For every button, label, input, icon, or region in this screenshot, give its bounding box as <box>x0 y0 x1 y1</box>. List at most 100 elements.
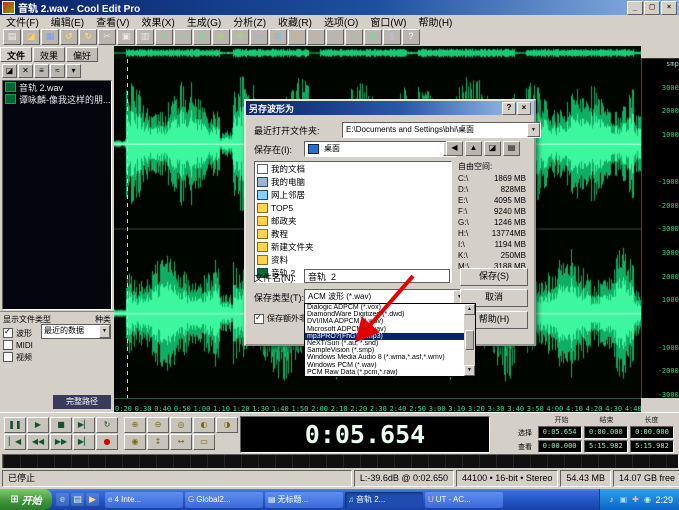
scroll-down-icon[interactable]: ▼ <box>464 365 475 376</box>
taskbar-task-button[interactable]: ♫ 音轨 2... <box>345 492 423 508</box>
open-file-item[interactable]: 音轨 2.wav <box>3 81 111 93</box>
loop-play-button[interactable]: ↻ <box>96 417 118 433</box>
undo-icon[interactable]: ↺ <box>60 29 78 45</box>
taskbar-task-button[interactable]: e 4 Inte... <box>105 492 183 508</box>
taskbar-task-button[interactable]: U UT - AC... <box>425 492 503 508</box>
open-file-item[interactable]: 谭咏麟-像我这样的朋... <box>3 93 111 105</box>
file-browser-item[interactable]: 网上邻居 <box>255 188 451 201</box>
recent-folder-dropdown[interactable]: E:\Documents and Settings\bhi\桌面 <box>342 122 541 138</box>
selection-begin-field[interactable]: 0:05.654 <box>538 426 582 439</box>
sort-dropdown[interactable]: 最近的数据 <box>41 324 111 339</box>
play-list-icon[interactable]: ♫ <box>307 29 325 45</box>
save-in-dropdown[interactable]: 桌面 <box>304 141 457 157</box>
menu-item[interactable]: 效果(X) <box>135 14 180 29</box>
start-button[interactable]: 开始 <box>0 489 52 510</box>
overview-strip[interactable] <box>114 46 641 59</box>
panel-tab[interactable]: 文件 <box>0 47 32 62</box>
format-option[interactable]: DVI/IMA ADPCM (*.wav) <box>305 318 464 325</box>
format-option[interactable]: NeXT/Sun (*.au, *.snd) <box>305 340 464 347</box>
scripts-icon[interactable]: § <box>383 29 401 45</box>
zoom-left-edge-button[interactable]: ◐ <box>193 417 215 433</box>
new-folder-icon[interactable]: ◪ <box>484 141 501 156</box>
menu-item[interactable]: 选项(O) <box>318 14 364 29</box>
format-option[interactable]: mp3PRO?(FhG) (*.mp3) <box>305 333 464 340</box>
show-desktop-icon[interactable]: ▤ <box>71 493 84 506</box>
go-to-end-button[interactable]: ▶▏ <box>73 434 95 450</box>
stop-button[interactable]: ■ <box>50 417 72 433</box>
im-tray-icon[interactable]: ◉ <box>642 495 652 505</box>
panel-options-icon[interactable]: ▾ <box>66 64 81 78</box>
zoom-out-button[interactable]: ⊖ <box>147 417 169 433</box>
view-menu-icon[interactable]: ▤ <box>503 141 520 156</box>
cue-list-icon[interactable]: ◫ <box>288 29 306 45</box>
import-file-icon[interactable]: ◪ <box>2 64 17 78</box>
waveform-view-icon[interactable]: ≈ <box>174 29 192 45</box>
filetype-checkbox[interactable]: 视频 <box>3 351 111 363</box>
convert-sample-type-icon[interactable]: ↔ <box>326 29 344 45</box>
view-begin-field[interactable]: 0:00.000 <box>538 440 582 453</box>
format-option[interactable]: Microsoft ADPCM (*.wav) <box>305 326 464 333</box>
full-path-button[interactable]: 完整路径 <box>53 395 111 409</box>
zoom-horizontal-button[interactable]: ↔ <box>170 434 192 450</box>
filetype-checkbox[interactable]: MIDI <box>3 339 111 351</box>
zoom-vertical-in-button[interactable]: ↕ <box>147 434 169 450</box>
antivirus-tray-icon[interactable]: ✚ <box>630 495 640 505</box>
file-browser-item[interactable]: 我的文档 <box>255 162 451 175</box>
new-file-icon[interactable]: ▤ <box>3 29 21 45</box>
panel-tab[interactable]: 效果 <box>33 47 65 62</box>
select-all-icon[interactable]: ▭ <box>250 29 268 45</box>
dialog-help-button[interactable]: ? <box>502 102 516 115</box>
menu-item[interactable]: 文件(F) <box>0 14 45 29</box>
file-browser-item[interactable]: 新建文件夹 <box>255 240 451 253</box>
record-button[interactable]: ● <box>96 434 118 450</box>
format-option[interactable]: Windows Media Audio 8 (*.wma,*.asf,*.wmv… <box>305 354 464 361</box>
save-file-icon[interactable]: ▦ <box>41 29 59 45</box>
zoom-full-button[interactable]: ◎ <box>170 417 192 433</box>
play-button[interactable]: ▶ <box>27 417 49 433</box>
file-browser-item[interactable]: 我的电脑 <box>255 175 451 188</box>
format-option[interactable]: PCM Raw Data (*.pcm,*.raw) <box>305 369 464 376</box>
menu-item[interactable]: 帮助(H) <box>413 14 459 29</box>
zoom-right-edge-button[interactable]: ◑ <box>216 417 238 433</box>
network-tray-icon[interactable]: ▣ <box>618 495 628 505</box>
edit-file-icon[interactable]: ≈ <box>50 64 65 78</box>
view-end-field[interactable]: 5:15.982 <box>584 440 628 453</box>
playback-cursor[interactable] <box>127 59 128 398</box>
volume-tray-icon[interactable]: ♪ <box>606 495 616 505</box>
menu-item[interactable]: 生成(G) <box>181 14 227 29</box>
save-button[interactable]: 保存(S) <box>460 268 528 286</box>
file-browser-item[interactable]: 教程 <box>255 227 451 240</box>
file-browser-item[interactable]: TOP5 <box>255 201 451 214</box>
play-to-end-button[interactable]: ▶▏ <box>73 417 95 433</box>
zoom-out-icon[interactable]: ⊖ <box>231 29 249 45</box>
back-icon[interactable]: ◀ <box>446 141 463 156</box>
rewind-button[interactable]: ◀◀ <box>27 434 49 450</box>
close-file-icon[interactable]: ✕ <box>18 64 33 78</box>
redo-icon[interactable]: ↻ <box>79 29 97 45</box>
taskbar-task-button[interactable]: G Global2... <box>185 492 263 508</box>
effects-rack-icon[interactable]: ✱ <box>364 29 382 45</box>
open-file-icon[interactable]: ◪ <box>22 29 40 45</box>
fast-forward-button[interactable]: ▶▶ <box>50 434 72 450</box>
options-scrollbar[interactable]: ▲ ▼ <box>464 304 475 376</box>
paste-icon[interactable]: ▥ <box>136 29 154 45</box>
media-player-icon[interactable]: ▶ <box>86 493 99 506</box>
menu-item[interactable]: 分析(Z) <box>227 14 272 29</box>
format-option[interactable]: Windows PCM (*.wav) <box>305 362 464 369</box>
normalize-icon[interactable]: ↕ <box>345 29 363 45</box>
spectral-view-icon[interactable]: ▒ <box>193 29 211 45</box>
format-option[interactable]: DiamondWare Digitized (*.dwd) <box>305 311 464 318</box>
up-one-level-icon[interactable]: ▲ <box>465 141 482 156</box>
timeline-ruler[interactable]: 0:200:300:400:501:001:101:201:301:401:50… <box>114 398 643 413</box>
selection-length-field[interactable]: 0:00.000 <box>630 426 674 439</box>
close-button[interactable]: × <box>661 1 677 15</box>
format-option[interactable]: Dialogic ADPCM (*.vox) <box>305 304 464 311</box>
file-browser-item[interactable]: 资料 <box>255 253 451 266</box>
multitrack-view-icon[interactable]: ≡ <box>155 29 173 45</box>
snapping-icon[interactable]: ⊞ <box>269 29 287 45</box>
panel-tab[interactable]: 偏好 <box>66 47 98 62</box>
menu-item[interactable]: 编辑(E) <box>45 14 90 29</box>
go-to-start-button[interactable]: ▏◀ <box>4 434 26 450</box>
zoom-in-icon[interactable]: ⊕ <box>212 29 230 45</box>
format-option[interactable]: SampleVision (*.smp) <box>305 347 464 354</box>
